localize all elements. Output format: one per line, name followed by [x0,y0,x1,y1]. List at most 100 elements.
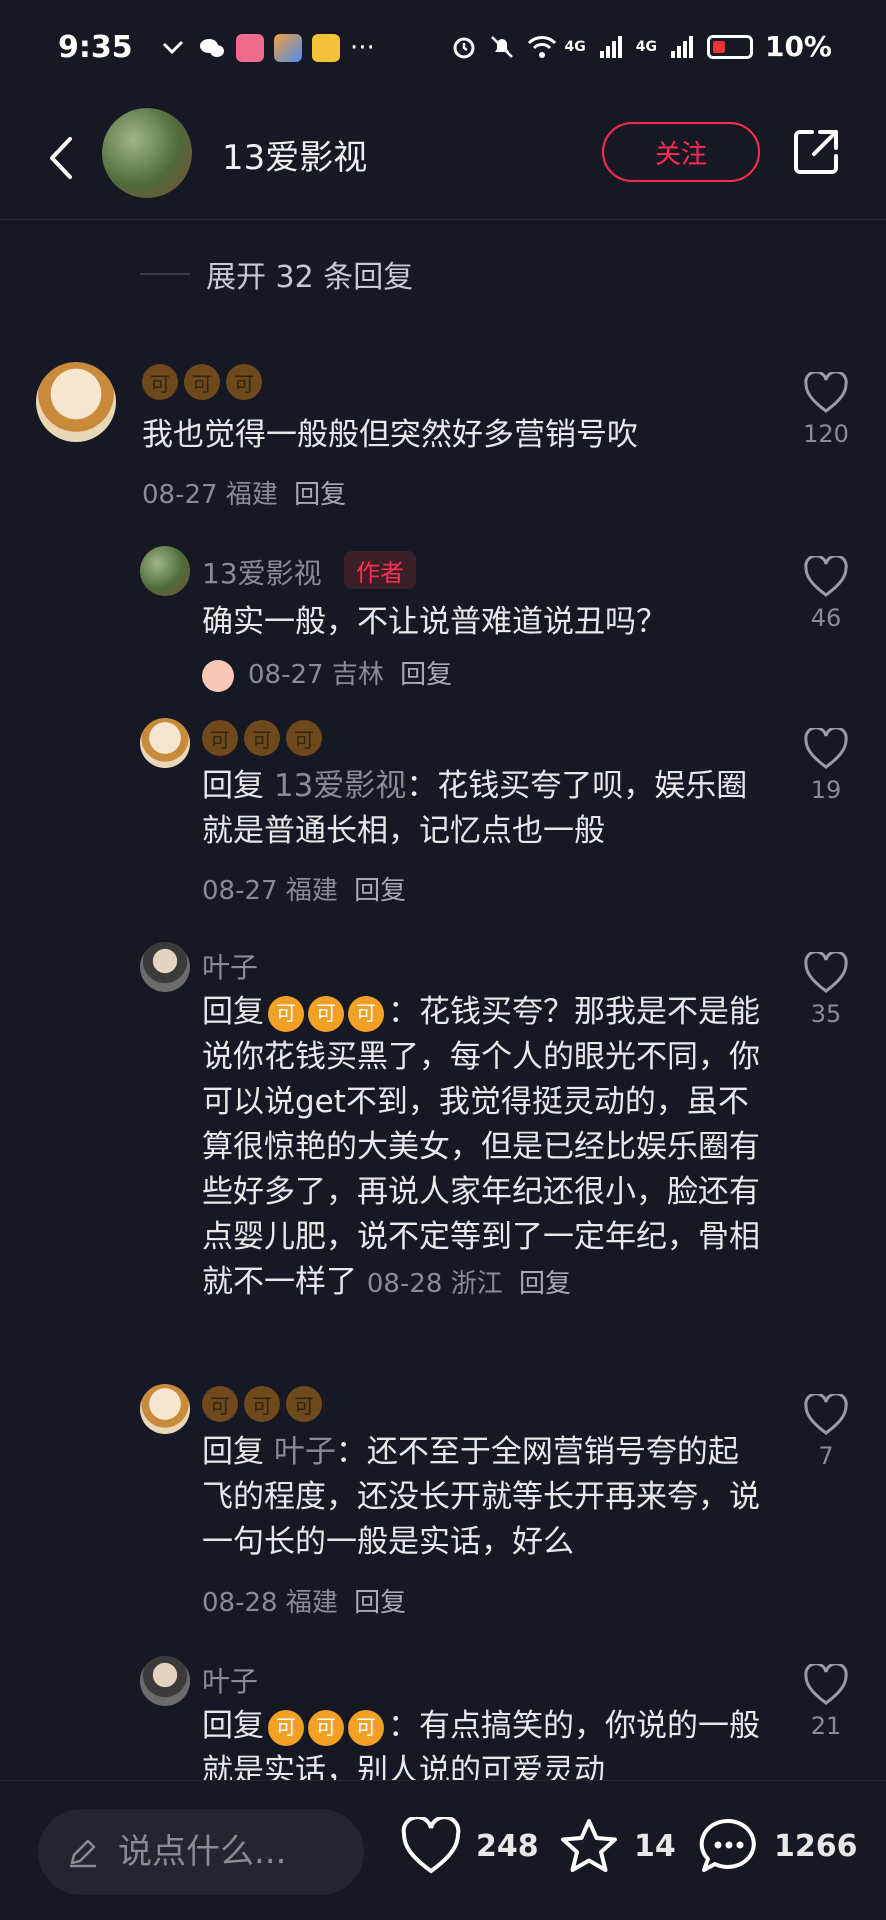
comment-text: 回复 叶子：还不至于全网营销号夸的起飞的程度，还没长开就等长开再来夸，说一句长的… [202,1430,768,1565]
avatar[interactable] [140,1656,190,1706]
expand-replies[interactable]: 展开 32 条回复 [140,252,413,296]
missed-call-icon [160,34,188,62]
chat-bubble-icon [699,1818,756,1872]
app-icon-pink [236,34,264,62]
name-glyph: 可 [244,720,280,756]
comment-location: 福建 [285,1588,338,1618]
reply-button[interactable]: 回复 [354,1588,406,1618]
author-avatar[interactable] [102,108,192,198]
reply-target-name[interactable]: 可可可 [268,1709,384,1746]
comment-location: 浙江 [450,1269,503,1299]
name-glyph: 可 [286,720,322,756]
battery-icon [706,34,753,59]
status-time: 9:35 [58,30,133,65]
status-bar: 9:35 ··· 4G 4G 10% [0,0,886,100]
comment-date: 08-28 [202,1588,278,1618]
avatar[interactable] [36,362,116,442]
comments-button[interactable]: 1266 [698,1817,858,1875]
share-button[interactable] [790,126,842,178]
like-button[interactable]: 120 [791,372,861,448]
like-count: 248 [476,1828,539,1864]
comment-text: 确实一般，不让说普难道说丑吗？ [202,604,667,640]
heart-icon [401,1817,461,1874]
reply-target-name[interactable]: 13爱影视 [274,768,406,804]
heart-icon [804,952,848,993]
heart-icon [804,372,848,413]
avatar[interactable] [140,942,190,992]
like-count: 19 [810,776,842,804]
reply-button[interactable]: 回复 [519,1269,571,1299]
signal-icon-1 [598,34,624,60]
status-right: 4G 4G 10% [451,30,832,63]
like-count: 46 [810,604,842,632]
signal-label-2: 4G [635,38,657,55]
like-button[interactable]: 19 [791,728,861,804]
comment-date: 08-27 [142,480,218,510]
wechat-icon [198,34,226,62]
heart-icon [804,556,848,597]
comment-meta: 08-28 浙江 回复 [367,1269,571,1299]
reply-target-name[interactable]: 叶子 [274,1434,336,1470]
name-glyph: 可 [286,1386,322,1422]
like-button[interactable]: 7 [791,1394,861,1470]
back-button[interactable] [30,128,90,188]
app-icon-color [274,34,302,62]
comment-date: 08-27 [248,660,324,690]
commenter-name[interactable]: 叶子 [202,1660,258,1700]
comment-input[interactable] [118,1832,338,1872]
comment-meta: 08-27 福建 回复 [142,474,346,511]
comment-date: 08-27 [202,876,278,906]
name-glyph: 可 [226,364,262,400]
avatar[interactable] [140,546,190,596]
commenter-name[interactable]: 可 可 可 [202,1386,322,1422]
comment-text: 回复 13爱影视：花钱买夸了呗，娱乐圈就是普通长相，记忆点也一般 [202,764,768,854]
more-notifications-icon: ··· [350,33,375,63]
name-glyph: 可 [142,364,178,400]
like-button[interactable]: 35 [791,952,861,1028]
favorite-count: 14 [634,1828,676,1864]
follow-button[interactable]: 关注 [602,122,760,182]
name-glyph: 可 [348,1709,384,1746]
favorite-button[interactable]: 14 [558,1817,676,1875]
like-button[interactable]: 46 [791,556,861,632]
comment-clip: 回复可可可：有点搞笑的，你说的一般就是实话，别人说的可爱灵动 [202,1704,768,1780]
comment-location: 福建 [285,876,338,906]
name-glyph: 可 [348,995,384,1032]
pencil-icon [70,1839,96,1868]
name-glyph: 可 [244,1386,280,1422]
author-name[interactable]: 13爱影视 [222,130,367,179]
comment-meta: 08-27 吉林 回复 [202,654,452,692]
reply-button[interactable]: 回复 [354,876,406,906]
bottom-action-bar: 248 14 1266 [0,1780,886,1920]
comment-meta: 08-27 福建 回复 [202,870,406,907]
top-nav: 13爱影视 关注 [0,100,886,220]
reply-target-name[interactable]: 可可可 [268,995,384,1032]
expand-replies-label[interactable]: 展开 32 条回复 [206,252,413,296]
like-count: 120 [803,420,849,448]
divider [140,273,190,275]
like-post-button[interactable]: 248 [400,1817,539,1875]
signal-label-1: 4G [564,38,586,55]
comment-input-box[interactable] [38,1809,364,1895]
comment-location: 吉林 [331,660,384,690]
name-glyph: 可 [184,364,220,400]
commenter-name[interactable]: 13爱影视 [202,552,322,592]
like-button[interactable]: 21 [791,1664,861,1740]
name-glyph: 可 [308,995,344,1032]
avatar[interactable] [140,718,190,768]
avatar[interactable] [140,1384,190,1434]
reply-button[interactable]: 回复 [400,660,452,690]
commenter-name[interactable]: 可 可 可 [202,720,322,756]
reply-prefix: 回复 [202,994,264,1030]
like-count: 35 [810,1000,842,1028]
comment-text: 我也觉得一般般但突然好多营销号吹 [142,417,638,453]
signal-icon-2 [669,34,695,60]
like-count: 21 [810,1712,842,1740]
chevron-left-icon [50,137,72,179]
reply-button[interactable]: 回复 [294,480,346,510]
commenter-name[interactable]: 叶子 [202,946,258,986]
comment-meta: 08-28 福建 回复 [202,1582,406,1619]
commenter-name[interactable]: 可 可 可 [142,364,262,400]
notification-icons: ··· [160,34,375,62]
comment-date: 08-28 [366,1269,443,1299]
